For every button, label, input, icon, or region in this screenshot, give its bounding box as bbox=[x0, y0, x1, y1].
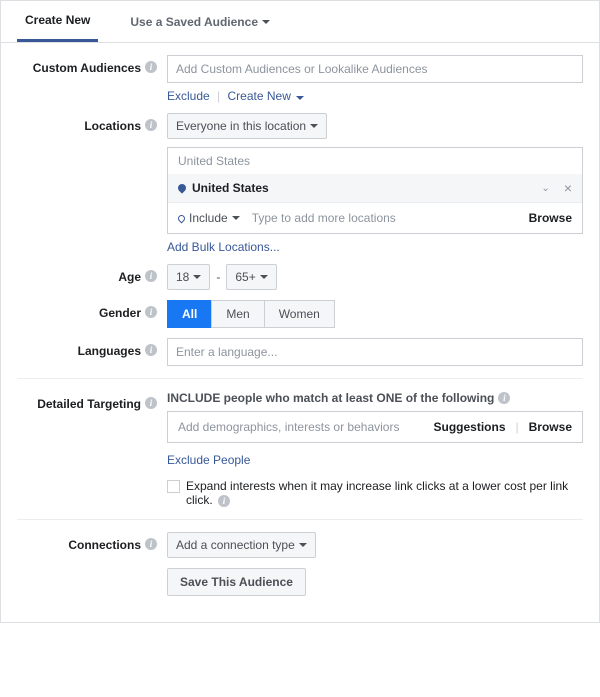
gender-label: Gender bbox=[99, 306, 141, 320]
info-icon[interactable]: i bbox=[145, 119, 157, 131]
gender-all-button[interactable]: All bbox=[167, 300, 212, 328]
caret-down-icon bbox=[260, 275, 268, 279]
divider bbox=[17, 519, 583, 520]
suggestions-button[interactable]: Suggestions bbox=[434, 420, 506, 434]
info-icon[interactable]: i bbox=[145, 270, 157, 282]
custom-audiences-label: Custom Audiences bbox=[33, 61, 141, 75]
age-max-value: 65+ bbox=[235, 270, 255, 284]
caret-down-icon bbox=[232, 216, 240, 220]
info-icon[interactable]: i bbox=[145, 397, 157, 409]
browse-button[interactable]: Browse bbox=[529, 420, 572, 434]
tab-saved-label: Use a Saved Audience bbox=[130, 15, 258, 29]
age-label: Age bbox=[118, 270, 141, 284]
age-min-value: 18 bbox=[176, 270, 189, 284]
close-icon[interactable]: × bbox=[564, 180, 572, 196]
content: Custom Audiences i Exclude | Create New … bbox=[1, 43, 599, 622]
gender-button-group: All Men Women bbox=[167, 300, 583, 328]
tab-saved-audience[interactable]: Use a Saved Audience bbox=[122, 1, 278, 42]
caret-down-icon bbox=[299, 543, 307, 547]
exclude-people-link[interactable]: Exclude People bbox=[167, 453, 250, 467]
pin-outline-icon bbox=[177, 213, 187, 223]
divider bbox=[17, 378, 583, 379]
audience-panel: Create New Use a Saved Audience Custom A… bbox=[0, 0, 600, 623]
chevron-down-icon[interactable]: ⌄ bbox=[541, 183, 549, 194]
info-icon[interactable]: i bbox=[145, 344, 157, 356]
caret-down-icon bbox=[193, 275, 201, 279]
connections-label: Connections bbox=[68, 538, 141, 552]
info-icon[interactable]: i bbox=[218, 495, 230, 507]
separator: | bbox=[516, 420, 519, 434]
detailed-targeting-box: Suggestions | Browse bbox=[167, 411, 583, 443]
gender-women-button[interactable]: Women bbox=[264, 300, 335, 328]
save-audience-button[interactable]: Save This Audience bbox=[167, 568, 306, 596]
separator: | bbox=[217, 89, 220, 103]
locations-label: Locations bbox=[84, 119, 141, 133]
connections-dropdown[interactable]: Add a connection type bbox=[167, 532, 316, 558]
include-dropdown[interactable]: Include bbox=[178, 211, 240, 225]
expand-interests-label: Expand interests when it may increase li… bbox=[186, 479, 568, 507]
create-new-link[interactable]: Create New bbox=[228, 89, 305, 103]
caret-down-icon bbox=[310, 124, 318, 128]
browse-locations-button[interactable]: Browse bbox=[529, 211, 572, 225]
custom-audiences-input[interactable] bbox=[167, 55, 583, 83]
info-icon[interactable]: i bbox=[145, 61, 157, 73]
info-icon[interactable]: i bbox=[145, 538, 157, 550]
pin-icon bbox=[176, 182, 187, 193]
connections-value: Add a connection type bbox=[176, 538, 295, 552]
location-selected-name: United States bbox=[192, 181, 535, 195]
locations-box: United States United States ⌄ × Include bbox=[167, 147, 583, 234]
include-label: Include bbox=[189, 211, 228, 225]
add-bulk-locations-link[interactable]: Add Bulk Locations... bbox=[167, 240, 280, 254]
create-new-label: Create New bbox=[228, 89, 291, 103]
caret-down-icon bbox=[296, 96, 304, 100]
location-search-input[interactable] bbox=[248, 207, 529, 229]
detailed-targeting-label: Detailed Targeting bbox=[37, 397, 141, 411]
languages-input[interactable] bbox=[167, 338, 583, 366]
languages-label: Languages bbox=[78, 344, 141, 358]
tabs: Create New Use a Saved Audience bbox=[1, 1, 599, 43]
location-selected-row[interactable]: United States ⌄ × bbox=[168, 174, 582, 202]
info-icon[interactable]: i bbox=[145, 306, 157, 318]
exclude-link[interactable]: Exclude bbox=[167, 89, 210, 103]
tab-create-new[interactable]: Create New bbox=[17, 1, 98, 42]
expand-interests-text: Expand interests when it may increase li… bbox=[186, 479, 583, 507]
location-scope-dropdown[interactable]: Everyone in this location bbox=[167, 113, 327, 139]
age-min-dropdown[interactable]: 18 bbox=[167, 264, 210, 290]
info-icon[interactable]: i bbox=[498, 392, 510, 404]
location-scope-value: Everyone in this location bbox=[176, 119, 306, 133]
gender-men-button[interactable]: Men bbox=[211, 300, 264, 328]
caret-down-icon bbox=[262, 20, 270, 24]
age-max-dropdown[interactable]: 65+ bbox=[226, 264, 276, 290]
location-group-header: United States bbox=[168, 148, 582, 174]
detailed-targeting-input[interactable] bbox=[178, 420, 434, 434]
expand-interests-checkbox[interactable] bbox=[167, 480, 180, 493]
age-separator: - bbox=[216, 270, 220, 284]
include-title: INCLUDE people who match at least ONE of… bbox=[167, 391, 494, 405]
